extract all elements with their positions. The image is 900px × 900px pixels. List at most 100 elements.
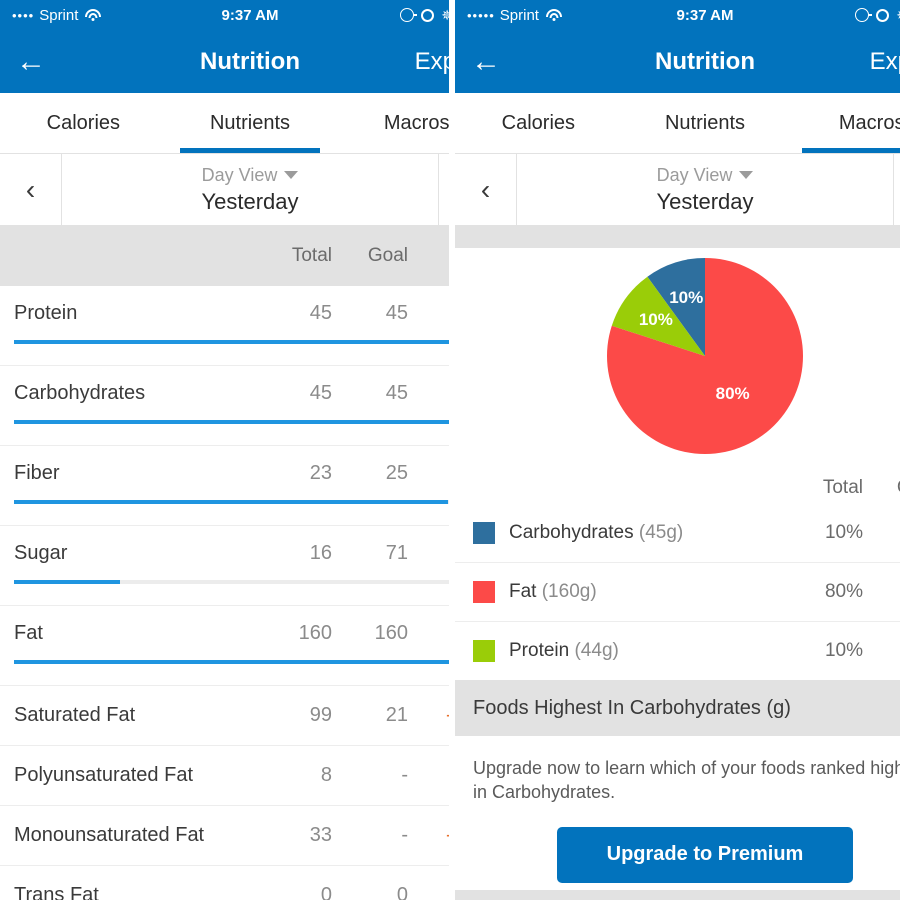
day-view-dropdown[interactable]: Day View	[657, 165, 754, 186]
status-bar: ••••• Sprint 9:37 AM ✵ 71%	[455, 0, 900, 30]
chevron-down-icon	[739, 171, 754, 179]
legend-column-total: Total	[822, 477, 863, 498]
nav-bar: ← Nutrition Export	[0, 30, 449, 93]
legend-color-swatch	[473, 521, 495, 544]
row-spacer	[14, 344, 449, 365]
legend-header: Total Goal	[455, 463, 900, 503]
legend-color-swatch	[473, 640, 495, 662]
nutrient-goal: 160	[374, 621, 408, 644]
legend-label: Protein (44g)	[509, 640, 619, 661]
row-spacer	[14, 584, 449, 605]
progress-track	[14, 420, 449, 424]
promo-text: Upgrade now to learn which of your foods…	[473, 758, 900, 803]
date-display[interactable]: Day View Yesterday	[62, 154, 438, 225]
nutrient-total: 45	[309, 301, 332, 324]
tab-label: Nutrients	[664, 111, 746, 134]
nutrient-name: Fat	[14, 621, 43, 644]
legend-row[interactable]: Carbohydrates (45g) 10%	[455, 503, 900, 562]
nutrient-left: 0g	[408, 884, 449, 900]
alarm-icon	[876, 8, 890, 22]
row-spacer	[14, 424, 449, 445]
column-header-goal: Goal	[367, 245, 408, 266]
tab-nutrients[interactable]: Nutrients	[167, 93, 334, 153]
nutrient-left: 0g	[408, 302, 449, 325]
nutrient-goal: 45	[385, 381, 408, 404]
nutrient-goal: 21	[385, 704, 408, 726]
row-cells: Trans Fat000g	[14, 866, 449, 900]
back-arrow-icon[interactable]: ←	[471, 46, 505, 77]
progress-fill	[14, 420, 449, 424]
nutrient-goal: -	[401, 764, 408, 786]
nutrient-total: 0	[320, 884, 332, 900]
legend-column-goal: Goal	[863, 477, 900, 499]
table-row[interactable]: Fiber 23 252g	[0, 445, 449, 525]
day-view-dropdown[interactable]: Day View	[202, 165, 299, 186]
nutrient-total: 99	[309, 704, 332, 726]
prev-day-button[interactable]: ‹	[455, 154, 517, 225]
table-row[interactable]: Sugar 16 7155g	[0, 525, 449, 605]
prev-day-button[interactable]: ‹	[0, 154, 62, 225]
day-view-label: Day View	[656, 164, 733, 185]
nutrient-left: 55g	[408, 542, 449, 565]
table-row[interactable]: Saturated Fat 99 21-78g	[0, 685, 449, 745]
nutrient-left: -8g	[408, 764, 449, 787]
legend-row[interactable]: Protein (44g) 10%	[455, 621, 900, 680]
nutrient-left: 0g	[408, 382, 449, 405]
tab-label: Calories	[46, 111, 121, 134]
signal-dots-icon: •••••	[467, 7, 495, 23]
row-cells: Fiber 23 252g	[14, 446, 449, 500]
table-row[interactable]: Carbohydrates45450g	[0, 365, 449, 445]
tab-calories[interactable]: Calories	[0, 93, 167, 153]
tab-bar: Calories Nutrients Macros	[455, 93, 900, 153]
progress-track	[14, 340, 449, 344]
chevron-down-icon	[284, 171, 299, 179]
page-title: Nutrition	[200, 47, 300, 75]
legend-row[interactable]: Fat (160g) 80%	[455, 562, 900, 621]
legend-total-percent: 10%	[824, 640, 863, 661]
tab-calories[interactable]: Calories	[455, 93, 622, 153]
tab-label: Calories	[501, 111, 576, 134]
legend-grams: (44g)	[574, 640, 619, 661]
legend-grams: (45g)	[638, 521, 684, 543]
date-selector: ‹ Day View Yesterday ›	[0, 153, 449, 226]
nutrient-total: 160	[298, 621, 332, 644]
progress-fill	[14, 500, 449, 504]
row-cells: Polyunsaturated Fat 8 --8g	[14, 746, 449, 805]
upgrade-to-premium-button[interactable]: Upgrade to Premium	[557, 826, 853, 883]
row-cells: Fat1601600g	[14, 606, 449, 660]
table-row[interactable]: Fat1601600g	[0, 605, 449, 685]
nutrient-total: 45	[309, 381, 332, 404]
bottom-spacer	[455, 890, 900, 900]
date-display[interactable]: Day View Yesterday	[517, 154, 893, 225]
legend-color-swatch	[473, 581, 495, 603]
table-row[interactable]: Protein45450g	[0, 286, 449, 365]
next-day-button[interactable]: ›	[893, 154, 900, 225]
progress-fill	[14, 580, 121, 584]
export-button[interactable]: Export	[870, 48, 900, 76]
selected-date: Yesterday	[656, 188, 754, 214]
table-row[interactable]: Trans Fat000g	[0, 865, 449, 900]
left-phone-screen: •••• Sprint 9:37 AM ✵ 71% ← Nutrition Ex…	[0, 0, 449, 900]
upgrade-promo: Upgrade now to learn which of your foods…	[455, 736, 900, 883]
nutrient-left: 2g	[408, 462, 449, 485]
carrier-label: Sprint	[39, 6, 79, 24]
nutrient-goal: 0	[396, 884, 408, 900]
row-cells: Protein45450g	[14, 286, 449, 340]
table-row[interactable]: Monounsaturated Fat 33 --33g	[0, 805, 449, 865]
tab-underline	[801, 148, 900, 153]
nutrient-name: Fiber	[14, 461, 60, 484]
next-day-button[interactable]: ›	[438, 154, 449, 225]
export-button[interactable]: Export	[415, 48, 449, 76]
table-row[interactable]: Polyunsaturated Fat 8 --8g	[0, 745, 449, 805]
section-spacer	[455, 226, 900, 248]
row-spacer	[14, 504, 449, 525]
tab-macros[interactable]: Macros	[788, 93, 900, 153]
selected-date: Yesterday	[201, 188, 299, 214]
back-arrow-icon[interactable]: ←	[16, 46, 50, 77]
row-cells: Saturated Fat 99 21-78g	[14, 686, 449, 745]
progress-track	[14, 660, 449, 664]
tab-label: Nutrients	[209, 111, 291, 134]
progress-track	[14, 500, 449, 504]
tab-macros[interactable]: Macros	[333, 93, 449, 153]
tab-nutrients[interactable]: Nutrients	[622, 93, 789, 153]
